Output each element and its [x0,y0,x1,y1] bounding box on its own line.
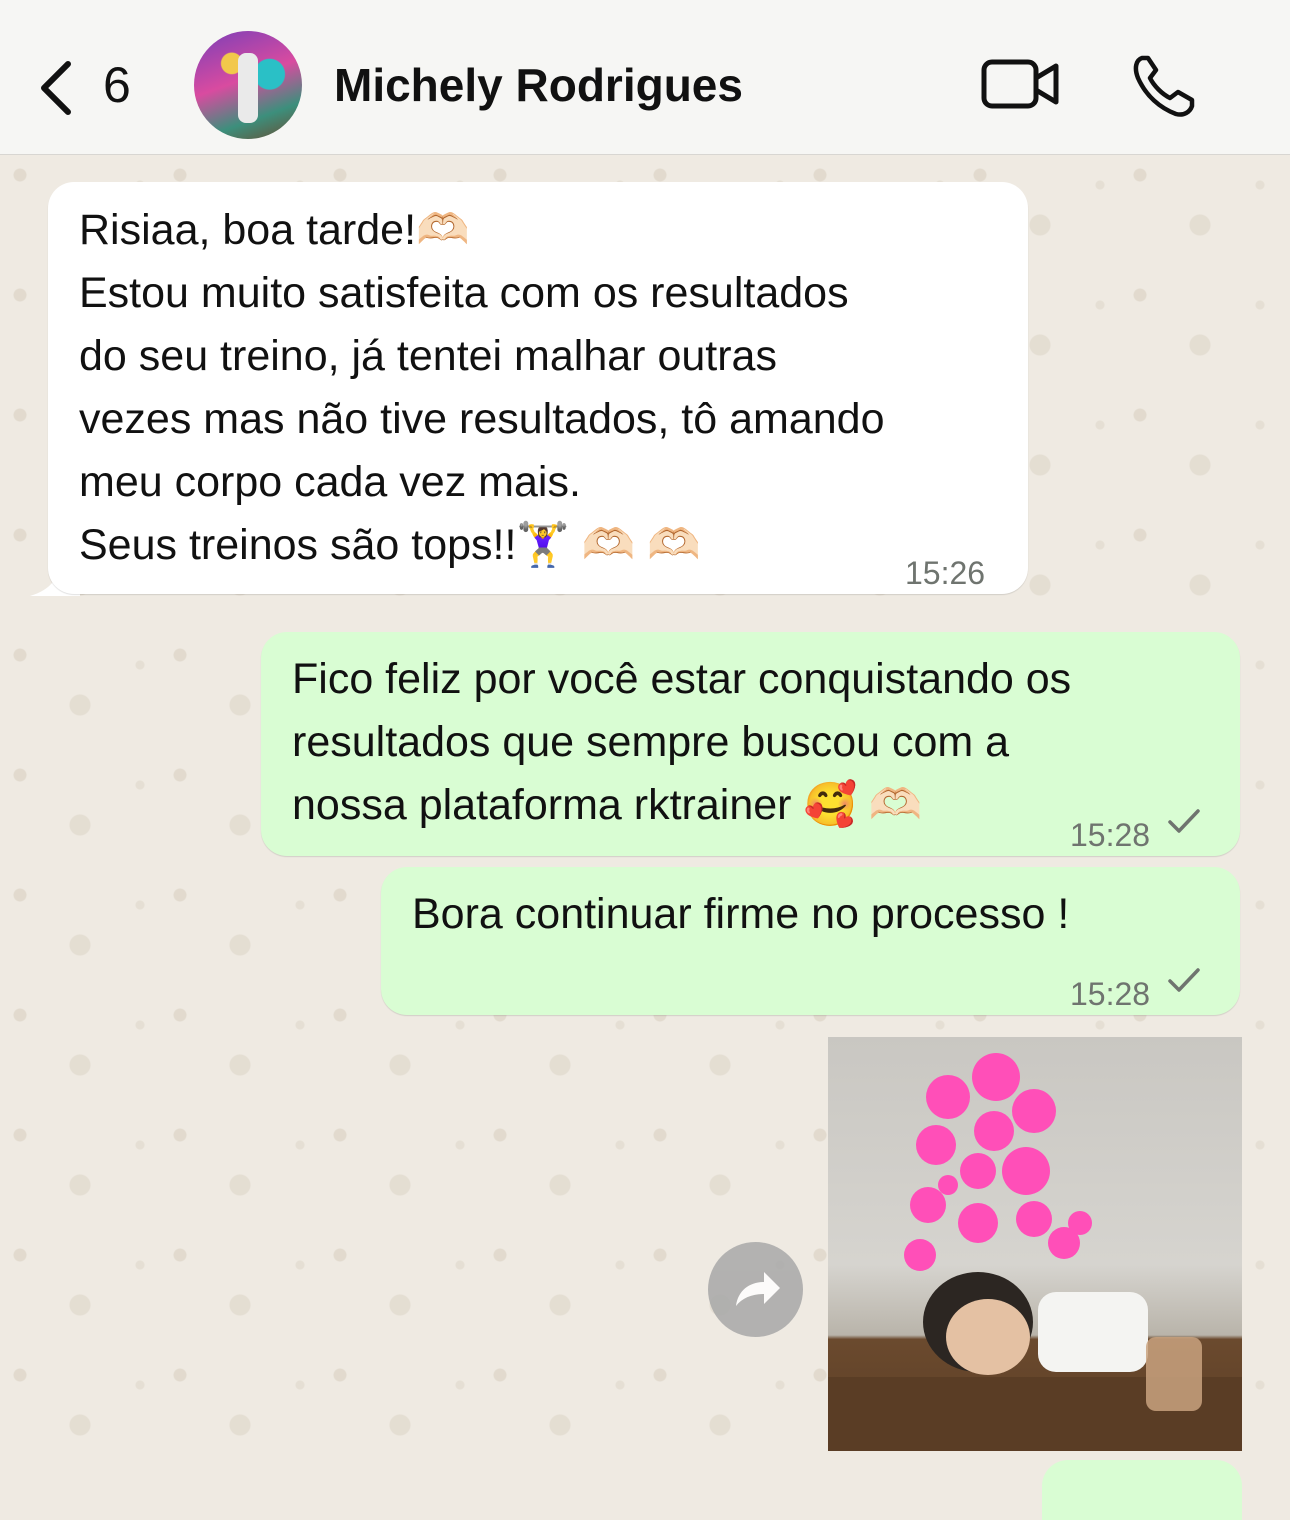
check-icon [1168,809,1200,833]
image-message[interactable] [828,1037,1242,1451]
message-line: Risiaa, boa tarde!🫶🏻 [79,206,470,254]
message-line: resultados que sempre buscou com a [292,718,1010,766]
message-line: Bora continuar firme no processo ! [412,890,1070,938]
message-line: do seu treino, já tentei malhar outras [79,332,777,380]
outgoing-message-partial[interactable] [1042,1460,1242,1520]
message-line: vezes mas não tive resultados, tô amando [79,395,885,443]
chevron-left-icon[interactable] [36,58,76,118]
message-line: nossa plataforma rktrainer 🥰 🫶🏻 [292,781,923,829]
incoming-message[interactable]: Risiaa, boa tarde!🫶🏻 Estou muito satisfe… [48,182,1028,594]
message-line: Seus treinos são tops!!🏋️‍♀️ 🫶🏻 🫶🏻 [79,521,701,569]
contact-name[interactable]: Michely Rodrigues [334,58,743,112]
message-line: meu corpo cada vez mais. [79,458,581,506]
phone-icon[interactable] [1130,52,1198,118]
outgoing-message[interactable]: Fico feliz por você estar conquistando o… [261,632,1240,856]
avatar[interactable] [194,31,302,139]
video-camera-icon[interactable] [980,56,1062,112]
unread-count[interactable]: 6 [103,56,131,114]
message-line: Fico feliz por você estar conquistando o… [292,655,1072,703]
hearts-sticker-image [828,1053,1242,1451]
message-time: 15:26 [905,555,986,591]
outgoing-message[interactable]: Bora continuar firme no processo ! 15:28 [381,867,1240,1015]
chat-header: 6 Michely Rodrigues [0,0,1290,155]
message-time: 15:28 [1070,817,1151,853]
check-icon [1168,968,1200,992]
message-time: 15:28 [1070,976,1151,1012]
forward-icon [736,1272,780,1306]
message-line: Estou muito satisfeita com os resultados [79,269,849,317]
forward-button[interactable] [708,1242,803,1337]
